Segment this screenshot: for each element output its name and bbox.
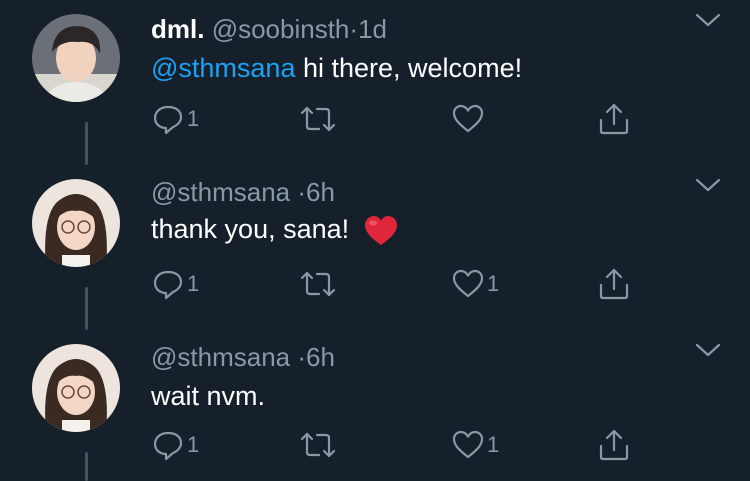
tweet-text-content: thank you, sana!	[151, 214, 350, 244]
tweet-text: wait nvm.	[151, 380, 265, 412]
tweet-text-content: hi there, welcome!	[302, 53, 523, 83]
reply-count: 1	[187, 106, 200, 131]
chevron-down-icon[interactable]	[694, 10, 722, 30]
reply-icon	[153, 105, 183, 135]
tweet[interactable]: dml. @soobinsth·1d @sthmsana hi there, w…	[0, 0, 750, 165]
retweet-button[interactable]	[299, 266, 339, 302]
user-handle[interactable]: @sthmsana	[151, 177, 290, 207]
retweet-icon	[300, 432, 336, 458]
separator-dot: ·	[349, 14, 359, 44]
reply-button[interactable]: 1	[151, 266, 199, 302]
tweet-header: @sthmsana ·6h	[151, 177, 335, 207]
reply-count: 1	[187, 271, 200, 296]
heart-icon	[452, 430, 484, 459]
tweet[interactable]: @sthmsana ·6h wait nvm. 1 1	[0, 330, 750, 481]
tweet-header: @sthmsana ·6h	[151, 342, 335, 372]
like-button[interactable]: 1	[451, 427, 499, 463]
tweet-text: thank you, sana!	[151, 213, 399, 247]
like-count: 1	[487, 271, 500, 296]
user-handle[interactable]: @sthmsana	[151, 342, 290, 372]
share-button[interactable]	[596, 101, 632, 137]
thread-line	[85, 287, 88, 330]
reply-button[interactable]: 1	[151, 101, 199, 137]
heart-icon	[452, 269, 484, 298]
chevron-down-icon[interactable]	[694, 340, 722, 360]
share-icon	[599, 103, 629, 135]
share-icon	[599, 429, 629, 461]
like-count: 1	[487, 432, 500, 457]
share-button[interactable]	[596, 266, 632, 302]
red-heart-emoji	[364, 215, 397, 245]
tweet-actions: 1 1	[151, 427, 641, 463]
retweet-icon	[300, 271, 336, 297]
thread-line	[85, 452, 88, 481]
tweet-header: dml. @soobinsth·1d	[151, 14, 387, 44]
heart-icon	[452, 104, 484, 133]
like-button[interactable]: 1	[451, 266, 499, 302]
user-handle[interactable]: @soobinsth	[212, 14, 350, 44]
tweet-text-content: wait nvm.	[151, 381, 266, 411]
avatar[interactable]	[32, 14, 120, 102]
timestamp[interactable]: 6h	[306, 177, 335, 207]
avatar[interactable]	[32, 344, 120, 432]
separator-dot: ·	[297, 342, 307, 372]
separator-dot: ·	[297, 177, 307, 207]
reply-count: 1	[187, 432, 200, 457]
reply-button[interactable]: 1	[151, 427, 199, 463]
share-icon	[599, 268, 629, 300]
avatar[interactable]	[32, 179, 120, 267]
tweet-actions: 1	[151, 101, 641, 137]
share-button[interactable]	[596, 427, 632, 463]
tweet-text: @sthmsana hi there, welcome!	[151, 52, 522, 84]
mention-link[interactable]: @sthmsana	[151, 53, 295, 83]
timestamp[interactable]: 6h	[306, 342, 335, 372]
retweet-button[interactable]	[299, 427, 339, 463]
tweet[interactable]: @sthmsana ·6h thank you, sana! 1 1	[0, 165, 750, 330]
like-button[interactable]	[451, 101, 487, 137]
tweet-actions: 1 1	[151, 266, 641, 302]
timestamp[interactable]: 1d	[358, 14, 387, 44]
reply-icon	[153, 431, 183, 461]
thread-line	[85, 122, 88, 165]
chevron-down-icon[interactable]	[694, 175, 722, 195]
retweet-icon	[300, 106, 336, 132]
reply-icon	[153, 270, 183, 300]
retweet-button[interactable]	[299, 101, 339, 137]
display-name[interactable]: dml.	[151, 14, 204, 44]
